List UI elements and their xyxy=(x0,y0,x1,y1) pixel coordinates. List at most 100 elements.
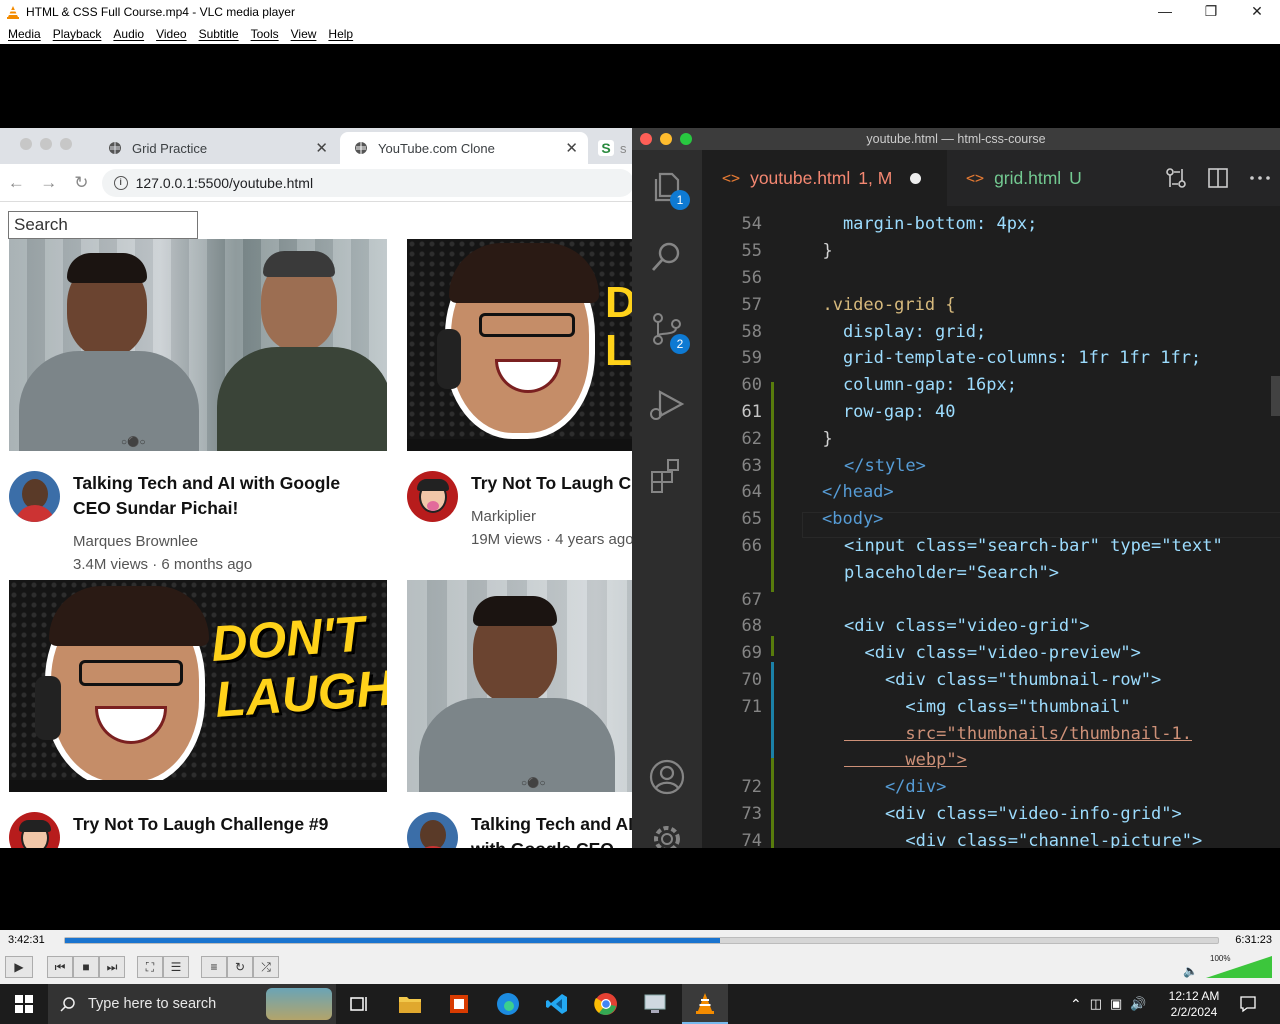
explorer-icon[interactable]: 1 xyxy=(648,168,690,210)
seek-bar[interactable] xyxy=(64,937,1219,944)
menu-media[interactable]: Media xyxy=(2,27,47,41)
stop-button[interactable]: ■ xyxy=(73,956,99,978)
channel-avatar[interactable] xyxy=(9,471,60,522)
code-editor[interactable]: 54 margin-bottom: 4px; 55 } 56 57 .video… xyxy=(702,206,1280,848)
taskbar-search-box[interactable]: Type here to search xyxy=(48,984,336,1024)
volume-icon[interactable]: 🔊 xyxy=(1130,996,1146,1012)
settings-gear-icon[interactable] xyxy=(648,820,686,848)
video-title[interactable]: Try Not To Laugh Challenge #9 xyxy=(471,471,634,496)
thumbnail[interactable]: ○⚫○ xyxy=(9,239,387,451)
menu-help[interactable]: Help xyxy=(322,27,359,41)
video-preview[interactable]: DON'T LAUGH Try Not To Laugh Challenge #… xyxy=(9,580,387,848)
url-field[interactable]: i 127.0.0.1:5500/youtube.html xyxy=(101,168,634,197)
close-tab-icon[interactable]: ✕ xyxy=(315,139,328,157)
menu-subtitle[interactable]: Subtitle xyxy=(193,27,245,41)
minimize-button[interactable]: — xyxy=(1142,0,1188,24)
clock[interactable]: 12:12 AM 2/2/2024 xyxy=(1162,984,1226,1024)
playlist-icon: ≡ xyxy=(210,960,218,974)
previous-button[interactable]: ⏮ xyxy=(47,956,73,978)
gutter-modified xyxy=(771,662,774,758)
restore-button[interactable]: ❐ xyxy=(1188,0,1234,24)
thumbnail[interactable]: DON'T LAUGH xyxy=(9,580,387,792)
video-stats: 3.4M views · 6 months ago xyxy=(73,556,253,573)
menu-tools[interactable]: Tools xyxy=(245,27,285,41)
task-view-icon[interactable] xyxy=(338,988,382,1020)
video-preview[interactable]: ○⚫○ Talking Tech and AI with Google CEO … xyxy=(9,239,387,573)
video-frame[interactable]: Grid Practice ✕ YouTube.com Clone ✕ S s … xyxy=(0,44,1280,930)
network-icon[interactable]: ▣ xyxy=(1110,996,1122,1012)
menu-playback[interactable]: Playback xyxy=(47,27,108,41)
browser-close-light[interactable] xyxy=(20,138,32,150)
thumbnail[interactable]: DL xyxy=(407,239,634,451)
search-input[interactable] xyxy=(8,211,198,239)
edge-browser-icon[interactable] xyxy=(486,988,530,1020)
channel-avatar[interactable] xyxy=(9,812,60,848)
loop-button[interactable]: ↻ xyxy=(227,956,253,978)
tab-third[interactable]: S s xyxy=(592,132,634,164)
channel-avatar[interactable] xyxy=(407,471,458,522)
close-tab-icon[interactable]: ✕ xyxy=(565,139,578,157)
remote-desktop-icon[interactable] xyxy=(633,988,677,1020)
device-icon[interactable]: ◫ xyxy=(1090,996,1102,1012)
file-explorer-icon[interactable] xyxy=(388,988,432,1020)
video-title[interactable]: Talking Tech and AI with Google CEO Sund… xyxy=(471,812,634,848)
channel-avatar[interactable] xyxy=(407,812,458,848)
reload-icon[interactable]: ↻ xyxy=(65,173,98,193)
playlist-button[interactable]: ≡ xyxy=(201,956,227,978)
fullscreen-button[interactable]: ⛶ xyxy=(137,956,163,978)
office-app-icon[interactable] xyxy=(437,988,481,1020)
video-preview[interactable]: ○⚫○ Talking Tech and AI with Google CEO … xyxy=(407,580,634,848)
video-title[interactable]: Talking Tech and AI with Google CEO Sund… xyxy=(73,471,373,521)
extended-settings-button[interactable]: ☰ xyxy=(163,956,189,978)
compare-changes-icon[interactable] xyxy=(1164,166,1188,190)
shuffle-button[interactable]: ⤮ xyxy=(253,956,279,978)
video-preview[interactable]: DL Try Not To Laugh Challenge #9 Markipl… xyxy=(407,239,634,548)
vscode-title: youtube.html — html-css-course xyxy=(866,132,1046,146)
video-author[interactable]: Marques Brownlee xyxy=(73,533,373,550)
stop-icon: ■ xyxy=(82,960,90,974)
tab-label: s xyxy=(620,140,627,156)
menu-audio[interactable]: Audio xyxy=(107,27,150,41)
account-icon[interactable] xyxy=(648,758,686,796)
more-actions-icon[interactable] xyxy=(1248,166,1272,190)
site-info-icon[interactable]: i xyxy=(113,175,128,190)
extensions-icon[interactable] xyxy=(648,456,686,494)
unsaved-dot-icon[interactable] xyxy=(910,172,922,184)
close-window-button[interactable]: ✕ xyxy=(1234,0,1280,24)
split-editor-icon[interactable] xyxy=(1206,166,1230,190)
clock-date: 2/2/2024 xyxy=(1170,1005,1218,1019)
tab-grid-html[interactable]: <> grid.html U xyxy=(948,150,1118,206)
menu-video[interactable]: Video xyxy=(150,27,192,41)
speaker-icon[interactable]: 🔈 xyxy=(1183,964,1198,978)
back-icon[interactable]: ← xyxy=(0,173,33,193)
run-debug-icon[interactable] xyxy=(648,386,686,424)
search-icon[interactable] xyxy=(648,238,686,276)
vscode-taskbar-icon[interactable] xyxy=(535,988,579,1020)
vscode-close-light[interactable] xyxy=(640,133,652,145)
editor-scrollbar[interactable] xyxy=(1271,376,1280,416)
code-line: column-gap: 16px; xyxy=(802,375,1017,395)
browser-min-light[interactable] xyxy=(40,138,52,150)
vscode-min-light[interactable] xyxy=(660,133,672,145)
video-author[interactable]: Markiplier xyxy=(471,508,634,525)
notification-icon[interactable] xyxy=(1234,984,1262,1024)
vscode-max-light[interactable] xyxy=(680,133,692,145)
gutter-added xyxy=(771,382,774,592)
source-control-icon[interactable]: 2 xyxy=(648,310,690,354)
start-button[interactable] xyxy=(0,984,48,1024)
play-button[interactable]: ▶ xyxy=(5,956,33,978)
thumbnail[interactable]: ○⚫○ xyxy=(407,580,634,792)
menu-view[interactable]: View xyxy=(285,27,323,41)
chevron-up-icon[interactable]: ⌃ xyxy=(1070,996,1082,1013)
next-button[interactable]: ⏭ xyxy=(99,956,125,978)
vlc-taskbar-icon[interactable] xyxy=(682,984,728,1024)
browser-max-light[interactable] xyxy=(60,138,72,150)
seek-progress xyxy=(65,938,720,943)
volume-slider[interactable]: 100% xyxy=(1206,954,1272,978)
tab-grid-practice[interactable]: Grid Practice ✕ xyxy=(100,132,338,164)
video-title[interactable]: Try Not To Laugh Challenge #9 xyxy=(73,812,373,837)
tab-youtube-clone[interactable]: YouTube.com Clone ✕ xyxy=(340,132,588,164)
forward-icon[interactable]: → xyxy=(33,173,66,193)
tab-youtube-html[interactable]: <> youtube.html 1, M xyxy=(702,150,947,206)
chrome-taskbar-icon[interactable] xyxy=(584,988,628,1020)
